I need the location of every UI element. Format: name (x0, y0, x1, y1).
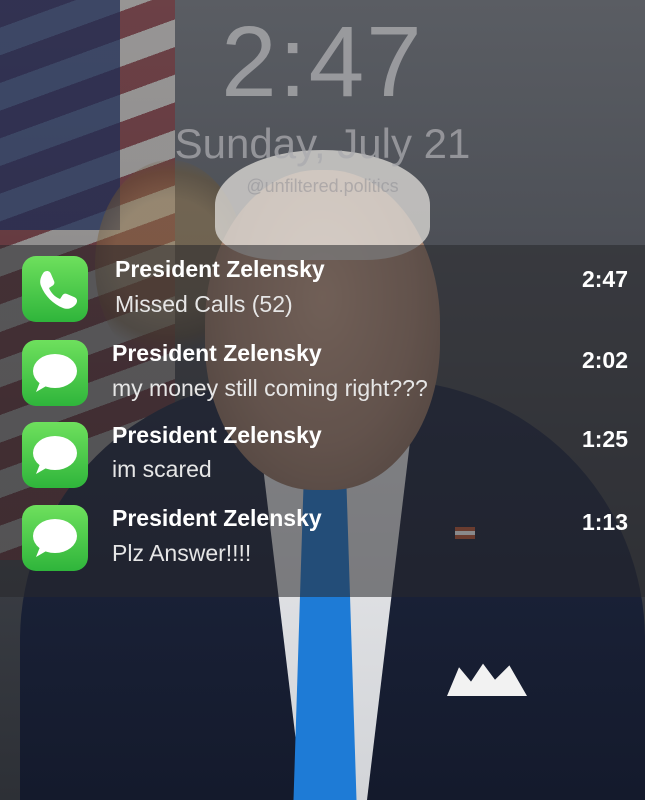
notification-sender: President Zelensky (112, 340, 322, 366)
notification-time: 1:25 (581, 426, 628, 452)
messages-icon (22, 340, 88, 406)
notification-time: 2:02 (581, 347, 628, 373)
notification-time: 2:47 (581, 266, 628, 292)
notification-body: Missed Calls (52) (115, 291, 293, 317)
notification-body: Plz Answer!!!! (112, 540, 252, 566)
phone-icon (22, 256, 88, 322)
notification-body: im scared (112, 456, 212, 482)
messages-icon (22, 505, 88, 571)
lockscreen-clock: 2:47 (221, 6, 424, 118)
lockscreen-date: Sunday, July 21 (174, 120, 471, 167)
notification-sender: President Zelensky (115, 256, 325, 282)
notification-missed-calls[interactable]: President Zelensky Missed Calls (52) 2:4… (0, 250, 645, 332)
watermark-handle: @unfiltered.politics (246, 176, 399, 196)
notification-message[interactable]: President Zelensky im scared 1:25 (0, 420, 645, 502)
notification-message[interactable]: President Zelensky Plz Answer!!!! 1:13 (0, 503, 645, 585)
notification-sender: President Zelensky (112, 505, 322, 531)
notification-time: 1:13 (581, 509, 628, 535)
notification-message[interactable]: President Zelensky my money still coming… (0, 338, 645, 420)
messages-icon (22, 422, 88, 488)
notification-body: my money still coming right??? (112, 375, 428, 401)
notification-sender: President Zelensky (112, 422, 322, 448)
